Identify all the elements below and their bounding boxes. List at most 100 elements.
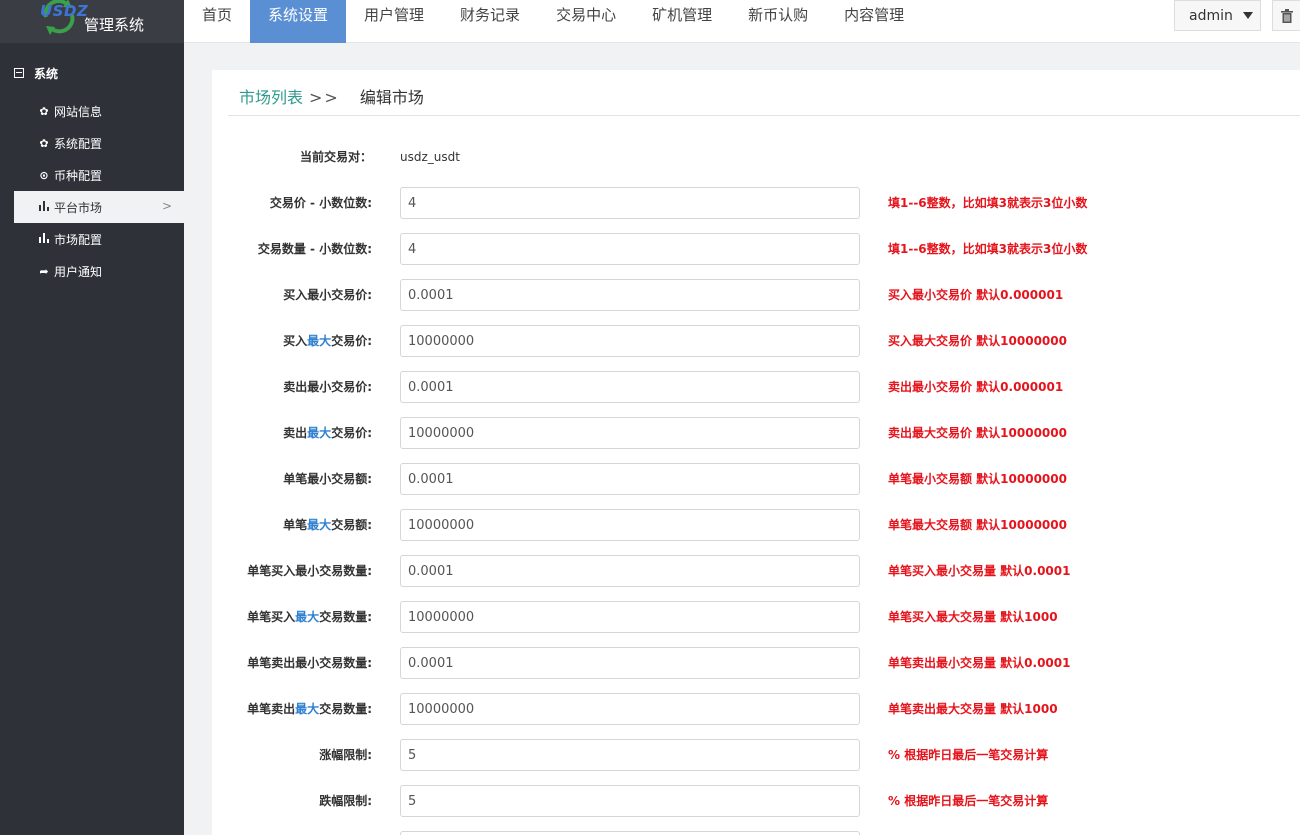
gear-icon: ✿ xyxy=(39,136,49,150)
trash-icon xyxy=(1280,8,1293,23)
min-trade-amount-input[interactable] xyxy=(400,463,860,495)
sell-max-quantity-input[interactable] xyxy=(400,693,860,725)
nav-user-management[interactable]: 用户管理 xyxy=(346,0,442,43)
form-row-amount-decimals: 交易数量 - 小数位数: 填1--6整数，比如填3就表示3位小数 xyxy=(212,233,1300,265)
field-label: 单笔卖出最小交易数量: xyxy=(247,656,372,670)
sidebar-item-label: 币种配置 xyxy=(54,168,103,183)
label-part: 单笔卖出 xyxy=(247,702,296,716)
field-hint: 单笔买入最大交易量 默认1000 xyxy=(888,610,1058,624)
form-row-sell-max-price: 卖出最大交易价: 卖出最大交易价 默认10000000 xyxy=(212,417,1300,449)
rise-limit-input[interactable] xyxy=(400,739,860,771)
bar-chart-icon xyxy=(38,232,50,246)
app-title: 管理系统 xyxy=(84,16,145,34)
sidebar-item-label: 用户通知 xyxy=(54,264,103,279)
breadcrumb-separator: >> xyxy=(309,88,340,107)
form-row-current-pair: 当前交易对： usdz_usdt xyxy=(212,141,1300,173)
buy-max-price-input[interactable] xyxy=(400,325,860,357)
sidebar-item-system-config[interactable]: ✿ 系统配置 xyxy=(0,127,184,159)
form-row-sell-min-quantity: 单笔卖出最小交易数量: 单笔卖出最小交易量 默认0.0001 xyxy=(212,647,1300,679)
max-trade-amount-input[interactable] xyxy=(400,509,860,541)
form-row-buy-min-price: 买入最小交易价: 买入最小交易价 默认0.000001 xyxy=(212,279,1300,311)
sidebar: USDZ 管理系统 系统 ✿ 网站信息 ✿ 系统配置 ⊙ 币种配置 平台市场 >… xyxy=(0,0,184,835)
sidebar-item-label: 平台市场 xyxy=(54,200,103,215)
field-label: 单笔卖出最大交易数量: xyxy=(247,693,372,725)
buy-min-price-input[interactable] xyxy=(400,279,860,311)
collapse-icon xyxy=(14,68,24,78)
caret-down-icon xyxy=(1242,12,1253,19)
buy-max-quantity-input[interactable] xyxy=(400,601,860,633)
label-part: 交易价: xyxy=(331,334,372,348)
nav-content-management[interactable]: 内容管理 xyxy=(826,0,922,43)
field-hint: 单笔卖出最大交易量 默认1000 xyxy=(888,702,1058,716)
sidebar-item-label: 网站信息 xyxy=(54,104,103,119)
nav-miner-management[interactable]: 矿机管理 xyxy=(634,0,730,43)
next-field-input[interactable] xyxy=(400,831,860,835)
field-hint: 买入最大交易价 默认10000000 xyxy=(888,334,1067,348)
field-label: 单笔买入最小交易数量: xyxy=(247,564,372,578)
price-decimals-input[interactable] xyxy=(400,187,860,219)
sell-max-price-input[interactable] xyxy=(400,417,860,449)
label-highlight: 最大 xyxy=(307,518,332,532)
sidebar-item-label: 市场配置 xyxy=(54,232,103,247)
user-menu-button[interactable]: admin xyxy=(1174,0,1261,31)
label-part: 单笔买入 xyxy=(247,610,296,624)
field-label: 单笔最小交易额: xyxy=(283,472,372,486)
sidebar-section-system[interactable]: 系统 xyxy=(0,51,184,95)
field-hint: % 根据昨日最后一笔交易计算 xyxy=(888,748,1049,762)
form-row-buy-min-quantity: 单笔买入最小交易数量: 单笔买入最小交易量 默认0.0001 xyxy=(212,555,1300,587)
breadcrumb-current: 编辑市场 xyxy=(359,88,424,107)
sell-min-quantity-input[interactable] xyxy=(400,647,860,679)
form-row-min-trade-amount: 单笔最小交易额: 单笔最小交易额 默认10000000 xyxy=(212,463,1300,495)
label-part: 卖出 xyxy=(283,426,308,440)
form-row-sell-max-quantity: 单笔卖出最大交易数量: 单笔卖出最大交易量 默认1000 xyxy=(212,693,1300,725)
nav-system-settings[interactable]: 系统设置 xyxy=(250,0,347,43)
field-hint: 单笔买入最小交易量 默认0.0001 xyxy=(888,564,1071,578)
nav-trading-center[interactable]: 交易中心 xyxy=(538,0,634,43)
label-highlight: 最大 xyxy=(307,334,332,348)
field-label: 卖出最小交易价: xyxy=(283,380,372,394)
field-label: 买入最大交易价: xyxy=(283,325,372,357)
breadcrumb-market-list-link[interactable]: 市场列表 xyxy=(239,88,303,107)
field-label: 交易数量 - 小数位数: xyxy=(257,242,372,256)
sidebar-item-coin-config[interactable]: ⊙ 币种配置 xyxy=(0,159,184,191)
logo[interactable]: USDZ 管理系统 xyxy=(0,0,184,43)
form-row-sell-min-price: 卖出最小交易价: 卖出最小交易价 默认0.000001 xyxy=(212,371,1300,403)
top-navbar: 首页 系统设置 用户管理 财务记录 交易中心 矿机管理 新币认购 内容管理 ad… xyxy=(184,0,1300,43)
clear-cache-button[interactable] xyxy=(1272,0,1300,31)
field-label: 单笔买入最大交易数量: xyxy=(247,601,372,633)
form-row-rise-limit: 涨幅限制: % 根据昨日最后一笔交易计算 xyxy=(212,739,1300,771)
sidebar-item-platform-market[interactable]: 平台市场 > xyxy=(14,191,184,223)
label-highlight: 最大 xyxy=(295,702,320,716)
field-label: 单笔最大交易额: xyxy=(283,509,372,541)
field-hint: 单笔卖出最小交易量 默认0.0001 xyxy=(888,656,1071,670)
sell-min-price-input[interactable] xyxy=(400,371,860,403)
nav-finance-records[interactable]: 财务记录 xyxy=(442,0,538,43)
breadcrumb: 市场列表 >> 编辑市场 xyxy=(239,84,424,108)
top-nav: 首页 系统设置 用户管理 财务记录 交易中心 矿机管理 新币认购 内容管理 xyxy=(184,0,1300,43)
buy-min-quantity-input[interactable] xyxy=(400,555,860,587)
username: admin xyxy=(1189,7,1233,24)
sidebar-item-market-config[interactable]: 市场配置 xyxy=(0,223,184,255)
field-hint: 填1--6整数，比如填3就表示3位小数 xyxy=(888,196,1088,210)
form-row-buy-max-quantity: 单笔买入最大交易数量: 单笔买入最大交易量 默认1000 xyxy=(212,601,1300,633)
sidebar-item-site-info[interactable]: ✿ 网站信息 xyxy=(0,95,184,127)
form-row-price-decimals: 交易价 - 小数位数: 填1--6整数，比如填3就表示3位小数 xyxy=(212,187,1300,219)
label-part: 交易额: xyxy=(331,518,372,532)
logo-text: USDZ xyxy=(40,2,89,20)
sidebar-item-user-notice[interactable]: ➦ 用户通知 xyxy=(0,255,184,287)
field-hint: 卖出最小交易价 默认0.000001 xyxy=(888,380,1064,394)
bar-chart-icon xyxy=(38,200,50,214)
field-hint: 卖出最大交易价 默认10000000 xyxy=(888,426,1067,440)
label-part: 单笔 xyxy=(283,518,308,532)
label-part: 交易价: xyxy=(331,426,372,440)
amount-decimals-input[interactable] xyxy=(400,233,860,265)
field-hint: 填1--6整数，比如填3就表示3位小数 xyxy=(888,242,1088,256)
form-row-next xyxy=(212,831,1300,835)
field-label: 交易价 - 小数位数: xyxy=(269,196,372,210)
field-label: 跌幅限制: xyxy=(319,794,372,808)
nav-new-coin-subscription[interactable]: 新币认购 xyxy=(730,0,826,43)
field-label: 买入最小交易价: xyxy=(283,288,372,302)
fall-limit-input[interactable] xyxy=(400,785,860,817)
nav-home[interactable]: 首页 xyxy=(184,0,250,43)
field-hint: 单笔最大交易额 默认10000000 xyxy=(888,518,1067,532)
